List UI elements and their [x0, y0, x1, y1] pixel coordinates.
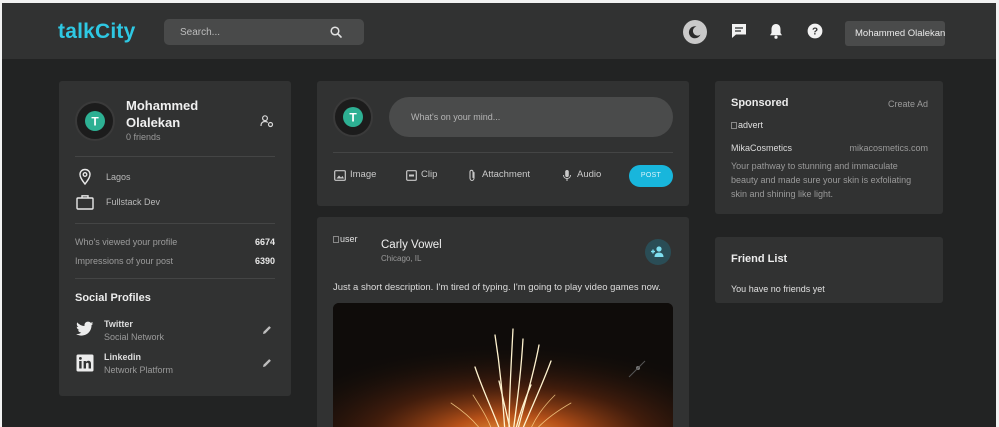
microphone-icon: [563, 170, 571, 181]
social-profiles-title: Social Profiles: [75, 292, 151, 304]
user-select[interactable]: Mohammed Olalekan: [845, 21, 945, 46]
fireworks-image: [333, 303, 673, 427]
sponsored-title: Sponsored: [731, 97, 789, 109]
search-icon[interactable]: [329, 25, 343, 39]
moon-icon: [688, 26, 701, 39]
image-option[interactable]: Image: [350, 169, 376, 180]
profile-name-first[interactable]: Mohammed: [126, 97, 198, 114]
location-icon: [79, 168, 91, 186]
app-logo[interactable]: talkCity: [58, 20, 135, 44]
avatar-logo-icon: T: [85, 111, 105, 131]
add-friend-button[interactable]: [645, 239, 671, 265]
post-author-avatar[interactable]: user: [333, 234, 358, 244]
briefcase-icon: [76, 195, 94, 210]
social-type: Social Network: [104, 332, 165, 342]
friend-list-empty: You have no friends yet: [731, 284, 825, 294]
clip-option[interactable]: Clip: [421, 169, 437, 180]
composer-avatar: T: [333, 97, 373, 137]
sponsor-website[interactable]: mikacosmetics.com: [849, 143, 928, 153]
bell-icon[interactable]: [766, 21, 786, 41]
post-author-location: Chicago, IL: [381, 254, 422, 263]
search-box: [164, 19, 364, 45]
add-friend-icon: [651, 246, 664, 257]
sponsor-text-line: beauty and made sure your skin is exfoli…: [731, 175, 912, 185]
profile-divider: [75, 223, 275, 224]
stat-label: Impressions of your post: [75, 256, 174, 266]
dark-mode-toggle[interactable]: [683, 20, 707, 44]
linkedin-icon: [76, 354, 94, 372]
svg-text:T: T: [91, 115, 99, 129]
post-author-avatar-alt: user: [340, 234, 358, 244]
sponsored-card: Sponsored Create Ad advert MikaCosmetics…: [715, 81, 943, 214]
sponsor-text-line: skin and shining like light.: [731, 189, 834, 199]
clip-icon: [406, 170, 417, 181]
stat-value: 6674: [254, 237, 275, 247]
profile-card: T Mohammed Olalekan 0 friends Lagos Full…: [59, 81, 291, 396]
sponsor-brand: MikaCosmetics: [731, 143, 793, 153]
audio-option[interactable]: Audio: [577, 169, 601, 180]
friend-list-title: Friend List: [731, 253, 788, 265]
advert-image-alt: advert: [738, 120, 764, 130]
post-description: Just a short description. I'm tired of t…: [333, 282, 661, 293]
broken-image-icon: [333, 236, 339, 244]
profile-location: Lagos: [106, 172, 131, 182]
post-image[interactable]: [333, 303, 673, 427]
stat-label: Who's viewed your profile: [75, 237, 178, 247]
profile-avatar[interactable]: T: [75, 101, 115, 141]
advert-image[interactable]: advert: [731, 120, 763, 130]
profile-friends-count: 0 friends: [126, 132, 161, 142]
svg-text:?: ?: [812, 27, 818, 38]
social-name[interactable]: Twitter: [104, 319, 133, 329]
manage-account-icon[interactable]: [260, 114, 274, 128]
profile-name-last[interactable]: Olalekan: [126, 114, 180, 131]
top-navbar: talkCity ? Mohammed Olalekan: [2, 3, 996, 59]
post-button[interactable]: POST: [629, 165, 673, 187]
help-icon[interactable]: ?: [805, 21, 825, 41]
post-text-input[interactable]: [389, 97, 673, 137]
social-name[interactable]: Linkedin: [104, 352, 141, 362]
svg-text:T: T: [349, 111, 357, 125]
edit-pencil-icon[interactable]: [261, 357, 273, 369]
profile-divider: [75, 278, 275, 279]
avatar-logo-icon: T: [343, 107, 363, 127]
profile-occupation: Fullstack Dev: [106, 197, 161, 207]
image-icon: [334, 170, 346, 181]
attachment-option[interactable]: Attachment: [482, 169, 530, 180]
broken-image-icon: [731, 122, 737, 130]
message-icon[interactable]: [729, 21, 749, 41]
window-frame: [0, 0, 2, 427]
create-ad-link[interactable]: Create Ad: [888, 99, 928, 109]
social-type: Network Platform: [104, 365, 174, 375]
post-author-name[interactable]: Carly Vowel: [381, 239, 442, 251]
friend-list-card: Friend List You have no friends yet: [715, 237, 943, 303]
sponsor-text-line: Your pathway to stunning and immaculate: [731, 161, 898, 171]
edit-pencil-icon[interactable]: [261, 324, 273, 336]
search-input[interactable]: [164, 19, 334, 45]
stat-value: 6390: [254, 256, 275, 266]
feed-post-card: user Carly Vowel Chicago, IL Just a shor…: [317, 217, 689, 427]
composer-divider: [333, 152, 673, 153]
app-page: talkCity ? Mohammed Olalekan: [0, 0, 999, 427]
post-composer-card: T Image Clip Attachment Audio POST: [317, 81, 689, 206]
twitter-icon: [76, 321, 94, 336]
profile-divider: [75, 156, 275, 157]
window-frame: [0, 0, 999, 3]
attachment-icon: [469, 169, 475, 182]
